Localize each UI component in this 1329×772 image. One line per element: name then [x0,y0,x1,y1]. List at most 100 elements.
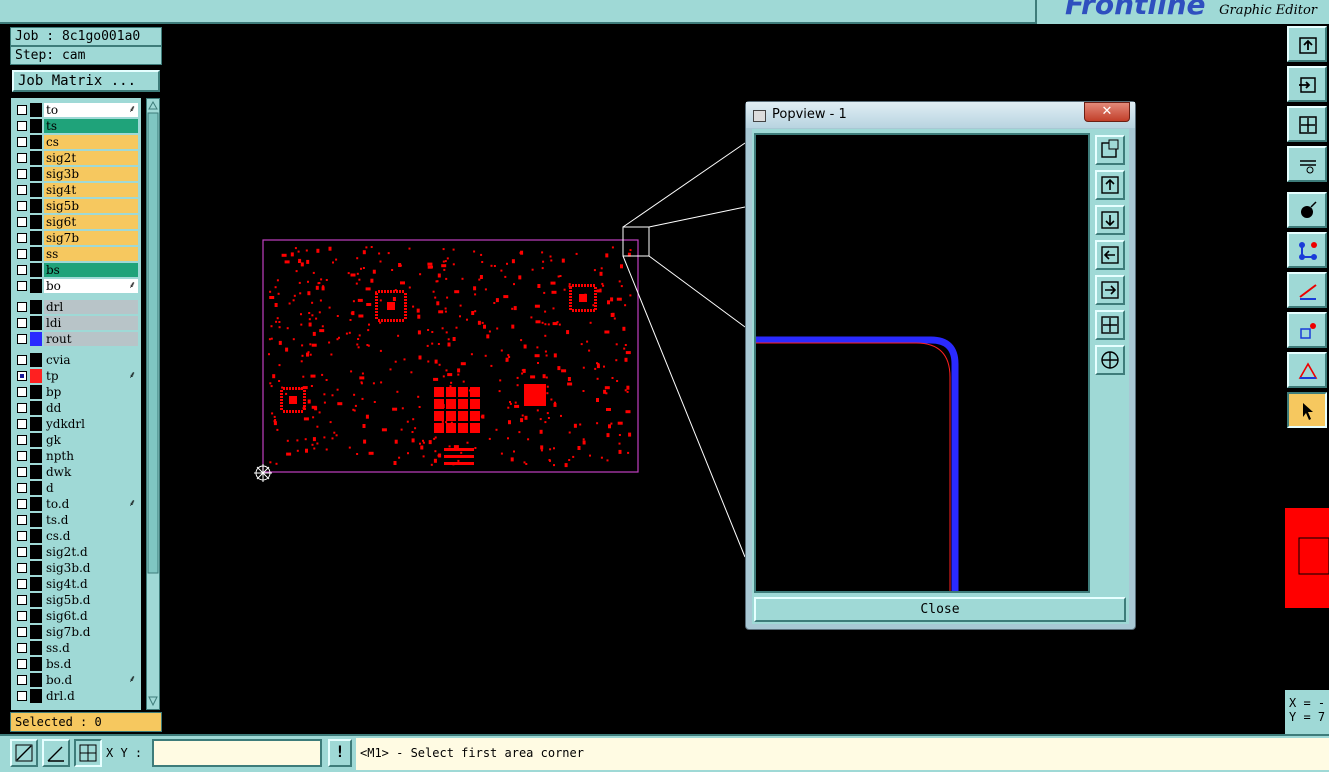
layer-row[interactable]: sig4t.d [14,576,138,592]
popview-title-bar[interactable]: Popview - 1 ✕ [746,102,1135,128]
layer-row[interactable]: sig3b.d [14,560,138,576]
layer-row[interactable]: ts.d [14,512,138,528]
layer-row[interactable]: drl.d [14,688,138,704]
layer-checkbox[interactable] [17,403,27,413]
layer-row[interactable]: sig5b [14,198,138,214]
job-matrix-button[interactable]: Job Matrix ... [12,70,160,92]
snap-button[interactable] [10,739,38,767]
layer-checkbox[interactable] [17,201,27,211]
layer-row[interactable]: d [14,480,138,496]
layer-checkbox[interactable] [17,355,27,365]
layer-row[interactable]: to ⸙ [14,102,138,118]
layer-row[interactable]: to.d ⸙ [14,496,138,512]
popview-canvas[interactable] [754,133,1090,593]
layer-checkbox[interactable] [17,137,27,147]
popview-fit-button[interactable] [1095,310,1125,340]
layer-row[interactable]: bp [14,384,138,400]
layer-checkbox[interactable] [17,233,27,243]
layer-checkbox[interactable] [17,691,27,701]
select-pointer-button[interactable] [1287,392,1327,428]
layer-row[interactable]: sig6t.d [14,608,138,624]
pad-button[interactable] [1287,192,1327,228]
layer-row[interactable]: dwk [14,464,138,480]
layer-list-scrollbar[interactable] [146,98,160,710]
open-layer-button[interactable] [1287,26,1327,62]
layer-checkbox[interactable] [17,659,27,669]
layer-checkbox[interactable] [17,185,27,195]
angle-button[interactable] [42,739,70,767]
layer-row[interactable]: sig7b.d [14,624,138,640]
layer-checkbox[interactable] [17,419,27,429]
layer-checkbox[interactable] [17,483,27,493]
layer-checkbox[interactable] [17,281,27,291]
layer-checkbox[interactable] [17,217,27,227]
mini-map[interactable] [1285,508,1329,608]
layer-row[interactable]: ss.d [14,640,138,656]
layer-checkbox[interactable] [17,563,27,573]
layer-checkbox[interactable] [17,451,27,461]
shape-button[interactable] [1287,312,1327,348]
layer-row[interactable]: bo.d ⸙ [14,672,138,688]
layer-row[interactable]: gk [14,432,138,448]
layer-checkbox[interactable] [17,105,27,115]
layer-checkbox[interactable] [17,515,27,525]
layer-row[interactable]: sig4t [14,182,138,198]
layer-checkbox[interactable] [17,371,27,381]
layer-checkbox[interactable] [17,169,27,179]
layer-checkbox[interactable] [17,249,27,259]
line-button[interactable] [1287,272,1327,308]
layer-row[interactable]: sig2t [14,150,138,166]
warning-button[interactable]: ! [328,739,352,767]
layer-checkbox[interactable] [17,611,27,621]
layer-checkbox[interactable] [17,547,27,557]
layer-checkbox[interactable] [17,499,27,509]
layer-row[interactable]: cs.d [14,528,138,544]
layer-checkbox[interactable] [17,265,27,275]
xy-input[interactable] [152,739,322,767]
layer-row[interactable]: ldi [14,315,138,331]
layer-row[interactable]: bo ⸙ [14,278,138,294]
layer-checkbox[interactable] [17,579,27,589]
layer-checkbox[interactable] [17,627,27,637]
popview-down-button[interactable] [1095,205,1125,235]
layer-checkbox[interactable] [17,121,27,131]
layer-checkbox[interactable] [17,435,27,445]
layer-checkbox[interactable] [17,334,27,344]
tools-button[interactable] [1287,146,1327,182]
layer-checkbox[interactable] [17,467,27,477]
layer-row[interactable]: sig7b [14,230,138,246]
layer-row[interactable]: npth [14,448,138,464]
layer-checkbox[interactable] [17,153,27,163]
popview-zoom-button[interactable] [1095,135,1125,165]
layer-checkbox[interactable] [17,318,27,328]
layer-row[interactable]: sig5b.d [14,592,138,608]
layer-row[interactable]: sig3b [14,166,138,182]
layer-row[interactable]: ts [14,118,138,134]
layer-row[interactable]: cvia [14,352,138,368]
fit-view-button[interactable] [1287,106,1327,142]
popview-left-button[interactable] [1095,240,1125,270]
layer-checkbox[interactable] [17,531,27,541]
popview-pan-button[interactable] [1095,345,1125,375]
layer-row[interactable]: drl [14,299,138,315]
layer-row[interactable]: rout [14,331,138,347]
layer-checkbox[interactable] [17,643,27,653]
layer-checkbox[interactable] [17,675,27,685]
layer-row[interactable]: bs [14,262,138,278]
layer-row[interactable]: sig6t [14,214,138,230]
popview-right-button[interactable] [1095,275,1125,305]
layer-row[interactable]: ss [14,246,138,262]
layer-row[interactable]: cs [14,134,138,150]
move-in-button[interactable] [1287,66,1327,102]
layer-row[interactable]: dd [14,400,138,416]
layer-row[interactable]: bs.d [14,656,138,672]
window-close-button[interactable]: ✕ [1084,102,1130,122]
grid-button[interactable] [74,739,102,767]
net-button[interactable] [1287,232,1327,268]
layer-checkbox[interactable] [17,387,27,397]
layer-checkbox[interactable] [17,302,27,312]
layer-row[interactable]: ydkdrl [14,416,138,432]
popview-close-button[interactable]: Close [754,597,1126,622]
popview-up-button[interactable] [1095,170,1125,200]
layer-checkbox[interactable] [17,595,27,605]
